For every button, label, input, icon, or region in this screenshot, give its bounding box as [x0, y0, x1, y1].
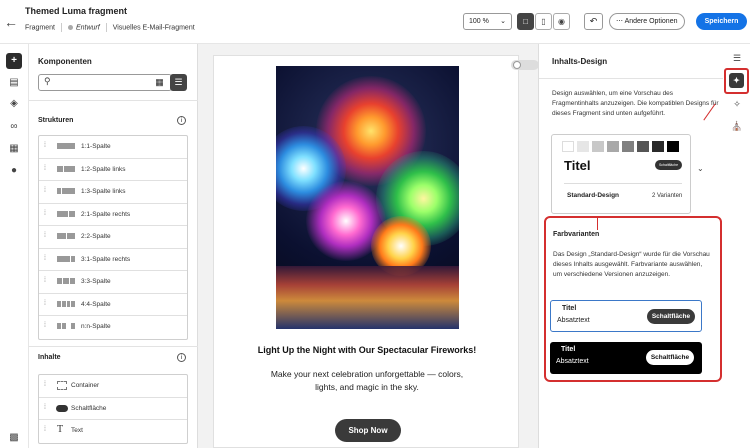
desktop-view-button[interactable]: □: [517, 13, 534, 30]
swatch: [592, 141, 604, 152]
list-view-icon[interactable]: ☰: [170, 74, 187, 91]
variant-button: Schaltfläche: [647, 309, 695, 324]
info-icon[interactable]: i: [177, 353, 186, 362]
shop-now-button[interactable]: Shop Now: [335, 419, 401, 442]
save-button[interactable]: Speichern: [696, 13, 747, 30]
info-icon[interactable]: i: [177, 116, 186, 125]
assets-icon[interactable]: ▤: [6, 75, 22, 91]
design-panel-title: Inhalts-Design: [552, 57, 608, 66]
status-dot-icon: [67, 25, 73, 30]
email-headline: Light Up the Night with Our Spectacular …: [257, 345, 477, 355]
email-preview[interactable]: Light Up the Night with Our Spectacular …: [213, 55, 539, 448]
fragments-icon[interactable]: ▦: [6, 141, 22, 157]
card-button: Schaltfläche: [655, 160, 682, 170]
fireworks-image: [276, 66, 459, 329]
search-icon: ⚲: [44, 76, 51, 86]
contents-heading: Inhalte: [38, 354, 61, 361]
shield-icon[interactable]: ⛪: [729, 118, 745, 134]
chevron-down-icon[interactable]: ⌄: [697, 164, 704, 173]
list-item[interactable]: ⁞ 4:4-Spalte: [39, 294, 187, 316]
design-name: Standard-Design: [567, 192, 620, 199]
swatch: [667, 141, 679, 152]
add-icon[interactable]: +: [6, 53, 22, 69]
variant-card-light[interactable]: Titel Absatztext Schaltfläche: [550, 300, 702, 332]
color-variants-description: Das Design „Standard-Design“ wurde für d…: [553, 251, 710, 278]
page-title: Themed Luma fragment: [25, 6, 128, 16]
design-brush-icon: ✦: [729, 73, 744, 88]
layers-icon[interactable]: ◈: [6, 96, 22, 112]
toggle-switch[interactable]: [511, 60, 539, 70]
undo-button[interactable]: ↶: [584, 13, 603, 30]
variant-title: Titel: [561, 346, 576, 353]
list-item[interactable]: ⁞ 1:2-Spalte links: [39, 159, 187, 181]
status-badge: Entwurf: [75, 24, 100, 32]
swatch: [622, 141, 634, 152]
swatch: [562, 141, 574, 152]
email-canvas: Light Up the Night with Our Spectacular …: [198, 44, 539, 448]
list-item[interactable]: ⁞ 3:3-Spalte: [39, 271, 187, 294]
variant-card-dark[interactable]: Titel Absatztext Schaltfläche: [550, 342, 702, 374]
components-panel: Komponenten ⚲ ▦ ☰ Strukturen i ⁞ 1:1-Spal…: [29, 44, 198, 448]
swatch: [652, 141, 664, 152]
container-icon: [57, 381, 67, 390]
list-item[interactable]: ⁞ 2:1-Spalte rechts: [39, 204, 187, 226]
zoom-value: 100 %: [469, 18, 489, 25]
list-item[interactable]: ⁞ 1:1-Spalte: [39, 136, 187, 159]
variant-text: Absatztext: [557, 317, 590, 324]
components-title: Komponenten: [38, 57, 92, 66]
list-item[interactable]: ⁞ 2:2-Spalte: [39, 226, 187, 249]
more-options-label: Andere Optionen: [624, 18, 678, 25]
swatch: [637, 141, 649, 152]
email-body-text: Make your next celebration unforgettable…: [270, 369, 464, 392]
fragment-subtitle: Visuelles E-Mail-Fragment: [112, 24, 195, 32]
variant-title: Titel: [562, 305, 577, 312]
more-options-button[interactable]: ⋯ Andere Optionen: [609, 13, 685, 30]
variant-count: 2 Varianten: [652, 193, 683, 199]
list-item[interactable]: ⁞ Container: [39, 375, 187, 398]
list-item[interactable]: ⁞ 3:1-Spalte rechts: [39, 249, 187, 271]
list-item[interactable]: ⁞ Schaltfläche: [39, 398, 187, 420]
variant-text: Absatztext: [556, 358, 589, 365]
list-item[interactable]: ⁞ 1:3-Spalte links: [39, 181, 187, 204]
personalization-icon[interactable]: ●: [6, 163, 22, 179]
preview-eye-button[interactable]: ◉: [553, 13, 570, 30]
chevron-down-icon: ⌄: [500, 18, 506, 25]
content-design-tab[interactable]: ✦: [724, 68, 749, 94]
grid-view-icon[interactable]: ▦: [151, 74, 168, 91]
color-variants-title: Farbvarianten: [553, 231, 600, 238]
right-tool-rail: ☰ ✦ ✧ ⛪: [703, 44, 750, 448]
content-design-panel: Inhalts-Design Design auswählen, um eine…: [538, 44, 724, 448]
link-icon[interactable]: ∞: [6, 119, 22, 135]
list-item[interactable]: ⁞ n:n-Spalte: [39, 316, 187, 339]
mobile-view-button[interactable]: ▯: [535, 13, 552, 30]
zoom-select[interactable]: 100 % ⌄: [463, 13, 512, 30]
variant-button: Schaltfläche: [646, 350, 694, 365]
left-tool-rail: + ▤ ◈ ∞ ▦ ● ▩: [0, 44, 29, 448]
structures-list: ⁞ 1:1-Spalte ⁞ 1:2-Spalte links ⁞ 1:3-Spalt…: [38, 135, 188, 340]
more-icon: ⋯: [616, 18, 623, 25]
breadcrumb: Fragment Entwurf Visuelles E-Mail-Fragment: [25, 23, 195, 32]
fragment-type: Fragment: [25, 24, 55, 32]
color-variants-section: Farbvarianten Das Design „Standard-Desig…: [544, 216, 722, 382]
back-arrow-icon[interactable]: ←: [4, 14, 18, 30]
magic-wand-icon[interactable]: ✧: [729, 96, 745, 112]
button-icon: [56, 404, 68, 412]
swatch: [607, 141, 619, 152]
design-description: Design auswählen, um eine Vorschau des F…: [552, 90, 719, 117]
sliders-icon[interactable]: ☰: [729, 50, 745, 66]
top-bar: ← Themed Luma fragment Fragment Entwurf Vi…: [0, 0, 750, 44]
swatch: [577, 141, 589, 152]
contents-list: ⁞ Container ⁞ Schaltfläche ⁞ T Text: [38, 374, 188, 444]
list-item[interactable]: ⁞ T Text: [39, 420, 187, 443]
settings-stack-icon[interactable]: ▩: [6, 430, 22, 446]
structures-heading: Strukturen: [38, 117, 74, 124]
card-title: Titel: [564, 158, 591, 173]
text-icon: T: [57, 424, 64, 435]
design-card[interactable]: Titel Schaltfläche Standard-Design 2 Var…: [551, 134, 691, 214]
